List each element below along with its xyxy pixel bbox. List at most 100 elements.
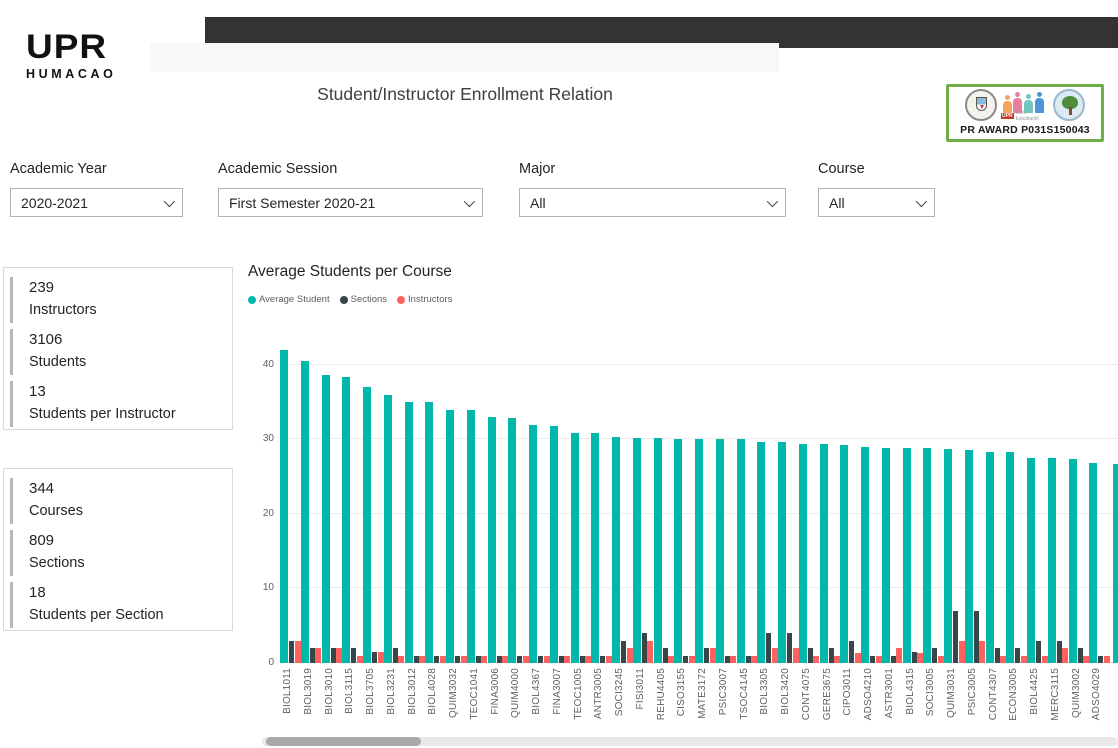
bar-instructors[interactable] xyxy=(481,656,487,663)
bar-sections[interactable] xyxy=(538,656,543,663)
bar-instructors[interactable] xyxy=(834,656,840,663)
bar-sections[interactable] xyxy=(289,641,294,663)
bar-sections[interactable] xyxy=(787,633,792,663)
bar-average-student[interactable] xyxy=(425,402,433,663)
bar-instructors[interactable] xyxy=(730,656,736,663)
bar-average-student[interactable] xyxy=(363,387,371,663)
bar-average-student[interactable] xyxy=(342,377,350,663)
bar-sections[interactable] xyxy=(559,656,564,663)
bar-average-student[interactable] xyxy=(737,439,745,663)
bar-instructors[interactable] xyxy=(647,641,653,663)
bar-average-student[interactable] xyxy=(695,439,703,663)
academic-year-dropdown[interactable]: 2020-2021 xyxy=(10,188,183,217)
bar-average-student[interactable] xyxy=(467,410,475,663)
bar-instructors[interactable] xyxy=(917,653,923,663)
bar-sections[interactable] xyxy=(1057,641,1062,663)
bar-sections[interactable] xyxy=(995,648,1000,663)
bar-average-student[interactable] xyxy=(882,448,890,663)
bar-average-student[interactable] xyxy=(508,418,516,663)
bar-instructors[interactable] xyxy=(627,648,633,663)
bar-instructors[interactable] xyxy=(1021,656,1027,663)
bar-average-student[interactable] xyxy=(923,448,931,663)
bar-instructors[interactable] xyxy=(461,656,467,663)
bar-instructors[interactable] xyxy=(876,656,882,663)
bar-instructors[interactable] xyxy=(523,656,529,663)
bar-average-student[interactable] xyxy=(1027,458,1035,663)
bar-sections[interactable] xyxy=(829,648,834,663)
bar-average-student[interactable] xyxy=(280,350,288,663)
bar-instructors[interactable] xyxy=(1083,656,1089,663)
bar-average-student[interactable] xyxy=(820,444,828,663)
bar-instructors[interactable] xyxy=(564,656,570,663)
academic-session-dropdown[interactable]: First Semester 2020-21 xyxy=(218,188,483,217)
bar-instructors[interactable] xyxy=(979,641,985,663)
bar-average-student[interactable] xyxy=(612,437,620,663)
bar-average-student[interactable] xyxy=(1113,464,1118,663)
bar-sections[interactable] xyxy=(953,611,958,663)
bar-average-student[interactable] xyxy=(384,395,392,663)
bar-sections[interactable] xyxy=(621,641,626,663)
bar-instructors[interactable] xyxy=(896,648,902,663)
bar-average-student[interactable] xyxy=(757,442,765,663)
bar-sections[interactable] xyxy=(912,652,917,663)
bar-average-student[interactable] xyxy=(944,449,952,663)
bar-instructors[interactable] xyxy=(502,656,508,663)
bar-average-student[interactable] xyxy=(633,438,641,663)
bar-instructors[interactable] xyxy=(1104,656,1110,663)
bar-sections[interactable] xyxy=(725,656,730,663)
bar-average-student[interactable] xyxy=(322,375,330,663)
bar-sections[interactable] xyxy=(746,656,751,663)
bar-instructors[interactable] xyxy=(938,656,944,663)
bar-instructors[interactable] xyxy=(544,656,550,663)
bar-sections[interactable] xyxy=(891,656,896,663)
bar-instructors[interactable] xyxy=(295,641,301,663)
major-dropdown[interactable]: All xyxy=(519,188,786,217)
bar-sections[interactable] xyxy=(1036,641,1041,663)
bar-instructors[interactable] xyxy=(689,656,695,663)
bar-sections[interactable] xyxy=(434,656,439,663)
bar-instructors[interactable] xyxy=(440,656,446,663)
bar-sections[interactable] xyxy=(1015,648,1020,663)
bar-sections[interactable] xyxy=(310,648,315,663)
bar-instructors[interactable] xyxy=(606,656,612,663)
bar-sections[interactable] xyxy=(600,656,605,663)
bar-sections[interactable] xyxy=(1098,656,1103,663)
bar-sections[interactable] xyxy=(766,633,771,663)
bar-instructors[interactable] xyxy=(398,656,404,663)
bar-instructors[interactable] xyxy=(710,648,716,663)
bar-average-student[interactable] xyxy=(654,438,662,663)
bar-average-student[interactable] xyxy=(778,442,786,663)
bar-average-student[interactable] xyxy=(301,361,309,663)
bar-instructors[interactable] xyxy=(813,656,819,663)
bar-sections[interactable] xyxy=(517,656,522,663)
bar-sections[interactable] xyxy=(849,641,854,663)
bar-sections[interactable] xyxy=(663,648,668,663)
bar-average-student[interactable] xyxy=(965,450,973,663)
bar-average-student[interactable] xyxy=(1069,459,1077,663)
course-dropdown[interactable]: All xyxy=(818,188,935,217)
bar-instructors[interactable] xyxy=(959,641,965,663)
bar-sections[interactable] xyxy=(351,648,356,663)
bar-sections[interactable] xyxy=(455,656,460,663)
bar-average-student[interactable] xyxy=(1048,458,1056,663)
bar-instructors[interactable] xyxy=(315,648,321,663)
legend-item-sections[interactable]: Sections xyxy=(340,294,387,305)
bar-sections[interactable] xyxy=(683,656,688,663)
bar-instructors[interactable] xyxy=(1000,656,1006,663)
bar-average-student[interactable] xyxy=(446,410,454,663)
bar-average-student[interactable] xyxy=(861,447,869,663)
bar-instructors[interactable] xyxy=(1062,648,1068,663)
bar-instructors[interactable] xyxy=(668,656,674,663)
bar-average-student[interactable] xyxy=(1006,452,1014,663)
bar-sections[interactable] xyxy=(870,656,875,663)
bar-instructors[interactable] xyxy=(357,656,363,663)
bar-average-student[interactable] xyxy=(1089,463,1097,663)
bar-sections[interactable] xyxy=(1078,648,1083,663)
bar-instructors[interactable] xyxy=(772,648,778,663)
bar-sections[interactable] xyxy=(476,656,481,663)
bar-sections[interactable] xyxy=(974,611,979,663)
bar-average-student[interactable] xyxy=(571,433,579,663)
chart-horizontal-scrollbar[interactable] xyxy=(262,737,1118,746)
bar-sections[interactable] xyxy=(642,633,647,663)
bar-average-student[interactable] xyxy=(405,402,413,663)
